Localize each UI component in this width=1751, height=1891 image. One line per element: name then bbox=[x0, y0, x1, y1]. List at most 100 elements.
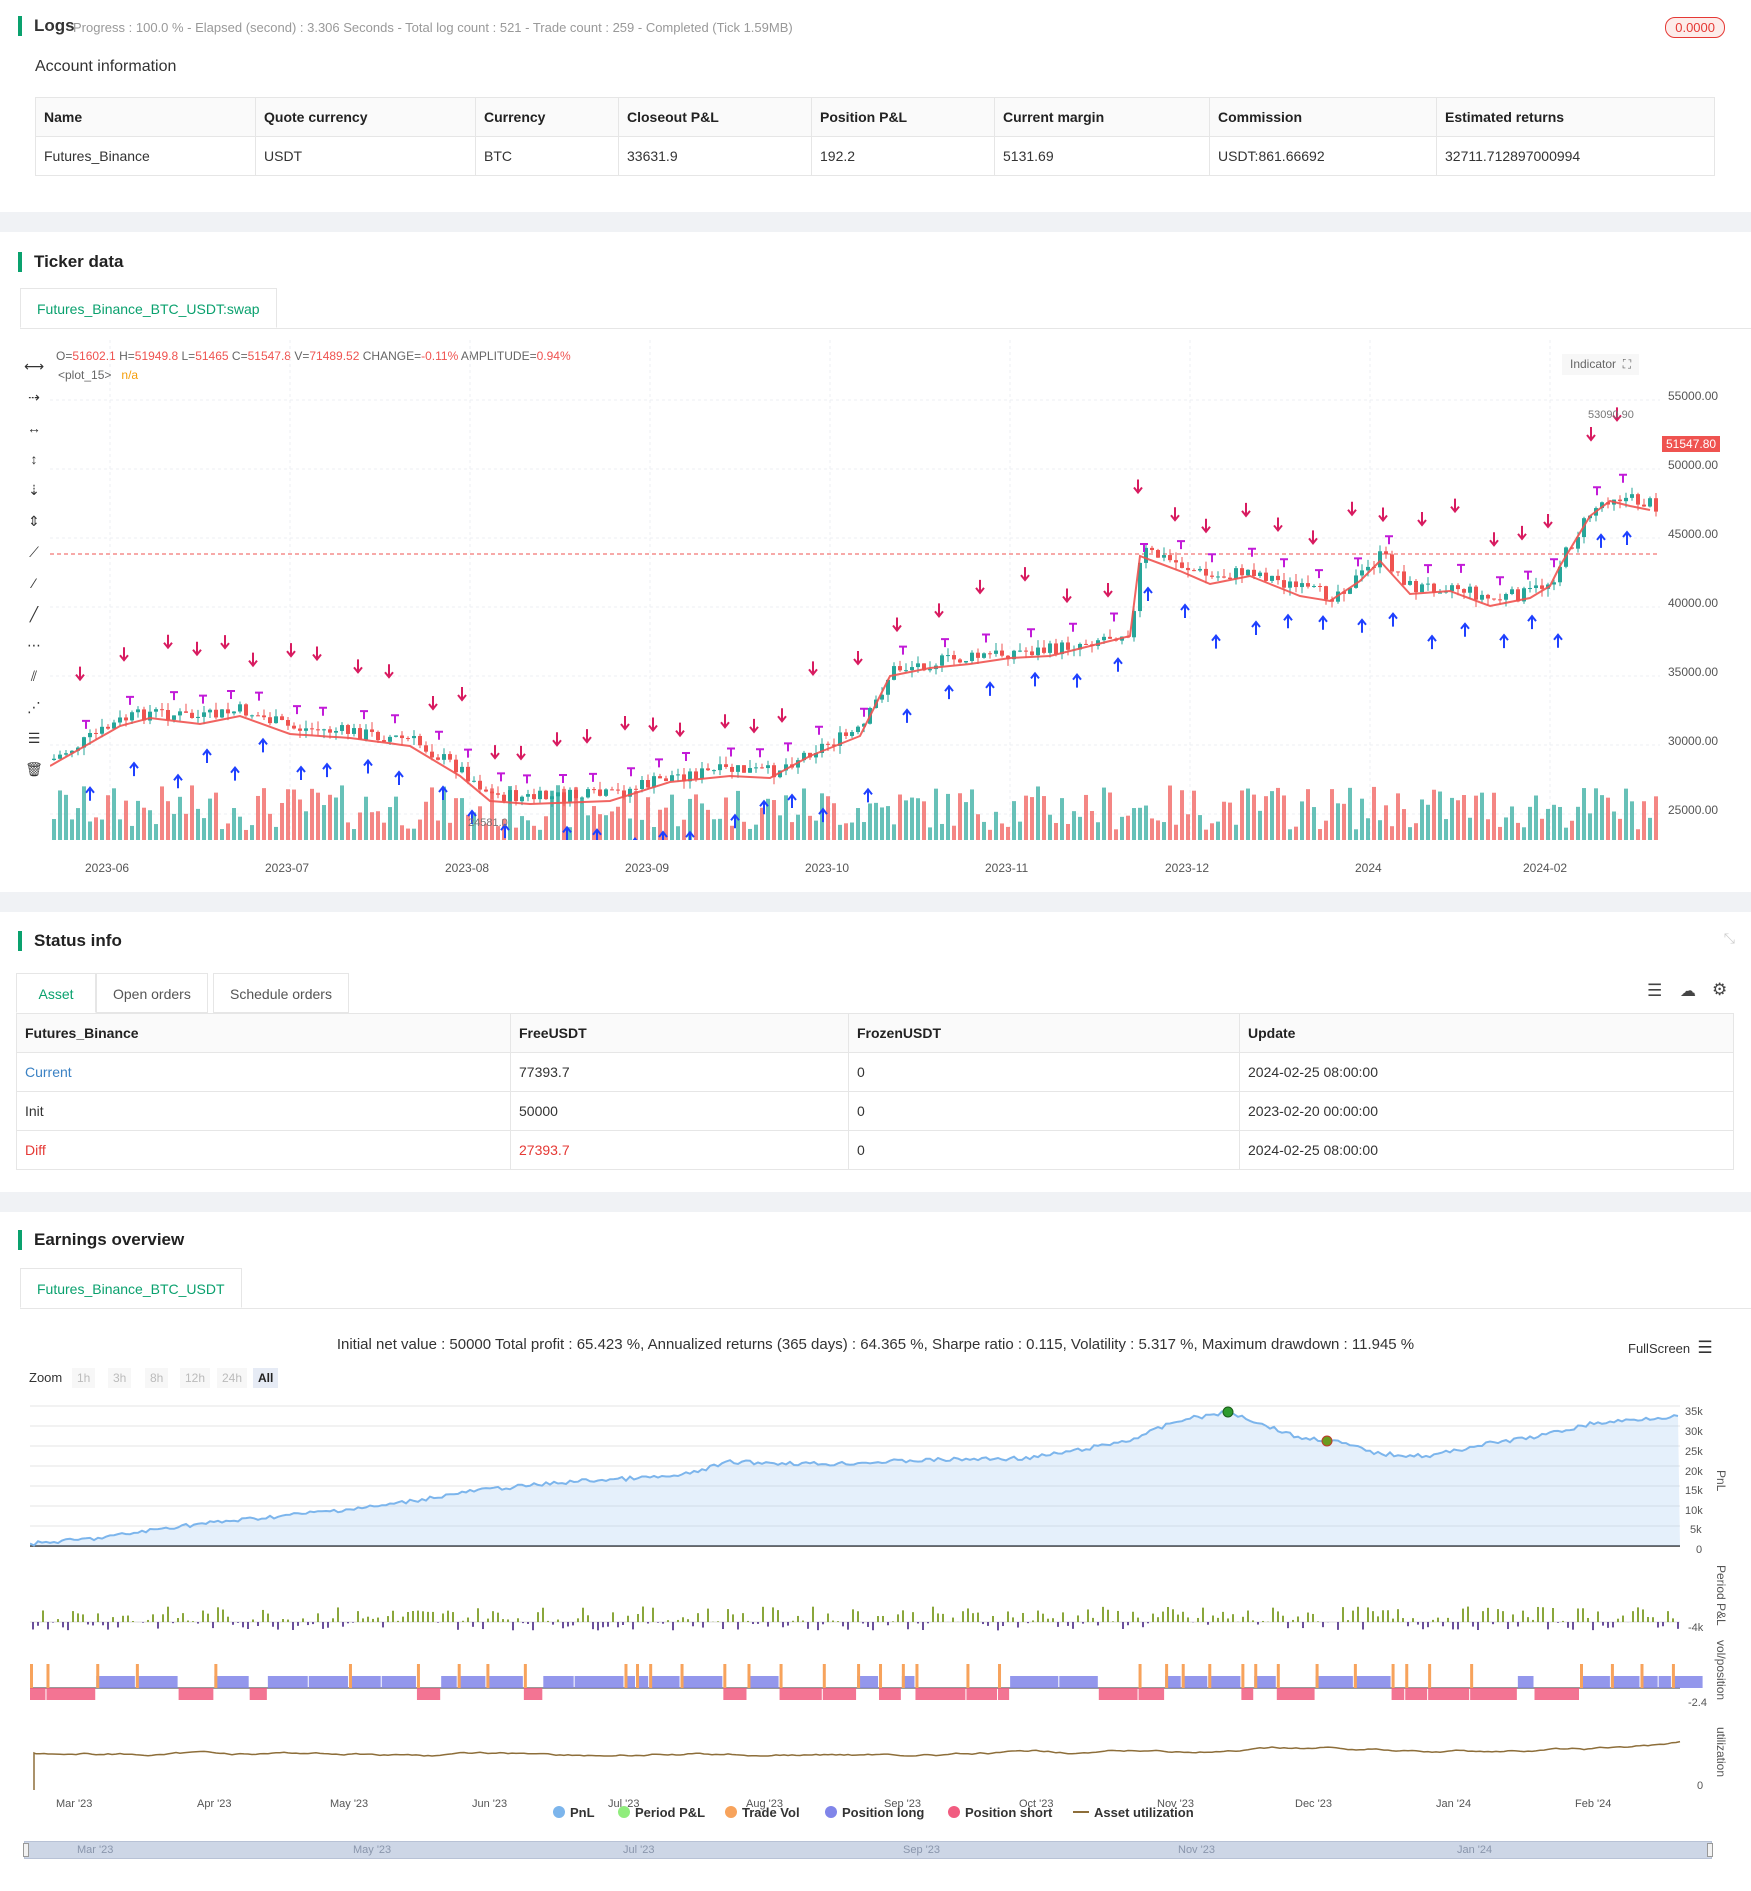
ray-line-icon[interactable]: ⁄ bbox=[24, 573, 44, 593]
period-bar bbox=[332, 1618, 334, 1622]
zoom-12h[interactable]: 12h bbox=[180, 1368, 211, 1388]
candle-body bbox=[478, 780, 482, 790]
period-bar bbox=[77, 1613, 79, 1622]
period-bar bbox=[872, 1622, 874, 1631]
period-bar bbox=[832, 1620, 834, 1622]
legend-period-pnl[interactable]: Period P&L bbox=[618, 1805, 705, 1820]
volume-bar bbox=[634, 791, 638, 840]
collapse-icon[interactable]: ⤡ bbox=[1724, 930, 1735, 947]
fib-levels-icon[interactable]: ☰ bbox=[24, 728, 44, 748]
zoom-1h[interactable]: 1h bbox=[72, 1368, 96, 1388]
navigator-handle-right[interactable] bbox=[1707, 1843, 1713, 1857]
candle-body bbox=[1468, 586, 1472, 593]
trade-vol-bar bbox=[1353, 1664, 1357, 1688]
candle-body bbox=[130, 712, 134, 721]
candle-body bbox=[136, 709, 140, 713]
period-bar bbox=[1022, 1612, 1024, 1622]
trade-vol-bar bbox=[1671, 1664, 1675, 1688]
menu-icon[interactable]: ☰ bbox=[1697, 1338, 1712, 1357]
period-bar bbox=[67, 1622, 69, 1631]
navigator[interactable]: Mar '23 May '23 Jul '23 Sep '23 Nov '23 … bbox=[23, 1841, 1713, 1859]
candle-body bbox=[1156, 550, 1160, 558]
volume-bar bbox=[88, 821, 92, 840]
table-row: Init 50000 0 2023-02-20 00:00:00 bbox=[16, 1091, 1734, 1131]
trash-icon[interactable]: 🗑 bbox=[24, 759, 44, 779]
trend-line-icon[interactable]: ⟋ bbox=[24, 542, 44, 562]
zoom-3h[interactable]: 3h bbox=[108, 1368, 132, 1388]
fib-icon[interactable]: ⋰ bbox=[24, 697, 44, 717]
candle-body bbox=[676, 774, 680, 776]
zoom-8h[interactable]: 8h bbox=[145, 1368, 169, 1388]
period-bar bbox=[237, 1622, 239, 1623]
settings-icon[interactable]: ⚙ bbox=[1712, 980, 1727, 1000]
period-bar bbox=[1172, 1609, 1174, 1622]
cell-current-margin: 5131.69 bbox=[994, 136, 1210, 176]
volume-bar bbox=[1378, 820, 1382, 840]
volume-bar bbox=[250, 825, 254, 840]
close-marker bbox=[727, 747, 735, 757]
fullscreen-button[interactable]: FullScreen ☰ bbox=[1628, 1338, 1713, 1358]
legend-asset-utilization[interactable]: Asset utilization bbox=[1073, 1805, 1194, 1820]
period-bar bbox=[187, 1620, 189, 1622]
trade-vol-bar bbox=[822, 1664, 826, 1688]
period-bar bbox=[1092, 1617, 1094, 1622]
segment-icon[interactable]: ╱ bbox=[24, 604, 44, 624]
zoom-24h[interactable]: 24h bbox=[217, 1368, 248, 1388]
cloud-download-icon[interactable]: ☁ bbox=[1680, 981, 1696, 1001]
legend-position-long[interactable]: Position long bbox=[825, 1805, 924, 1820]
price-range-icon[interactable]: ⋯ bbox=[24, 635, 44, 655]
vertical-ray-icon[interactable]: ⇣ bbox=[24, 480, 44, 500]
vertical-segment-icon[interactable]: ⇕ bbox=[24, 511, 44, 531]
candle-body bbox=[916, 663, 920, 668]
x-tick: 2023-12 bbox=[1165, 861, 1210, 875]
candle-body bbox=[184, 711, 188, 713]
extended-line-icon[interactable]: ↔ bbox=[24, 418, 44, 438]
volume-bar bbox=[1354, 829, 1358, 840]
period-bar bbox=[1677, 1622, 1679, 1629]
legend-trade-vol[interactable]: Trade Vol bbox=[725, 1805, 800, 1820]
period-bar bbox=[487, 1618, 489, 1622]
header-currency: Currency bbox=[475, 97, 619, 137]
period-bar bbox=[1532, 1619, 1534, 1622]
horizontal-line-icon[interactable]: ⟷ bbox=[24, 356, 44, 376]
list-icon[interactable]: ☰ bbox=[1647, 981, 1662, 1001]
long-marker bbox=[1596, 533, 1606, 548]
tab-open-orders[interactable]: Open orders bbox=[96, 973, 208, 1013]
period-bar bbox=[102, 1622, 104, 1626]
period-bar bbox=[372, 1618, 374, 1622]
position-long-bar bbox=[348, 1676, 381, 1688]
trade-vol-bar bbox=[747, 1664, 751, 1688]
volume-bar bbox=[1456, 800, 1460, 840]
volume-bar bbox=[886, 806, 890, 840]
period-bar bbox=[1217, 1617, 1219, 1622]
volume-bar bbox=[1216, 821, 1220, 840]
navigator-handle-left[interactable] bbox=[23, 1843, 29, 1857]
candle-body bbox=[1360, 570, 1364, 576]
short-marker bbox=[286, 643, 296, 658]
volume-bar bbox=[346, 822, 350, 840]
volume-bar bbox=[1054, 822, 1058, 840]
volume-bar bbox=[910, 797, 914, 840]
candle-body bbox=[274, 716, 278, 724]
tab-earnings-symbol[interactable]: Futures_Binance_BTC_USDT bbox=[20, 1268, 242, 1308]
candle-body bbox=[724, 764, 728, 767]
candle-body bbox=[220, 709, 224, 718]
tab-asset[interactable]: Asset bbox=[16, 973, 96, 1013]
zoom-all[interactable]: All bbox=[253, 1368, 279, 1388]
position-short-bar bbox=[416, 1688, 441, 1700]
horizontal-ray-icon[interactable]: ⇢ bbox=[24, 387, 44, 407]
volume-bar bbox=[754, 824, 758, 840]
legend-pnl[interactable]: PnL bbox=[553, 1805, 595, 1820]
volume-bar bbox=[388, 807, 392, 840]
candle-body bbox=[1030, 651, 1034, 656]
period-bar bbox=[812, 1606, 814, 1622]
volume-bar bbox=[676, 826, 680, 840]
volume-bar bbox=[904, 800, 908, 840]
volume-bar bbox=[622, 796, 626, 840]
tab-schedule-orders[interactable]: Schedule orders bbox=[213, 973, 349, 1013]
period-bar bbox=[627, 1615, 629, 1622]
legend-position-short[interactable]: Position short bbox=[948, 1805, 1052, 1820]
vertical-line-icon[interactable]: ↕ bbox=[24, 449, 44, 469]
parallel-channel-icon[interactable]: ⫽ bbox=[24, 666, 44, 686]
tab-ticker-symbol[interactable]: Futures_Binance_BTC_USDT:swap bbox=[20, 288, 277, 328]
